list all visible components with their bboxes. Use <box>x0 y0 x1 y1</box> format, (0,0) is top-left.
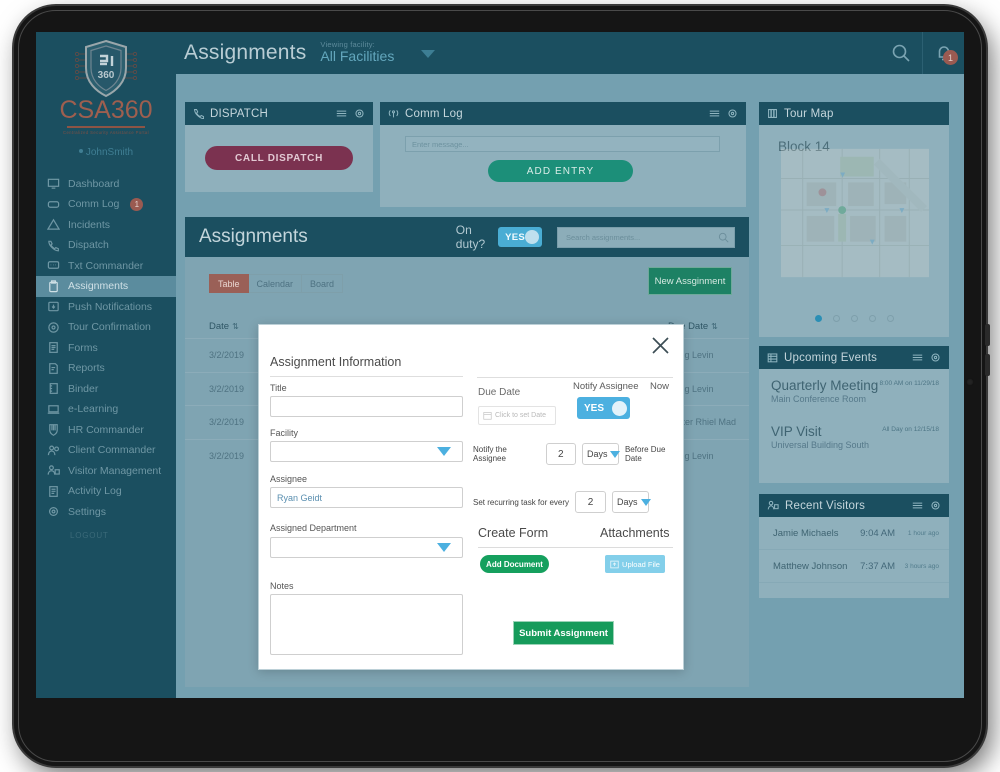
recurring-amount[interactable]: 2 <box>575 491 606 513</box>
notify-before-unit-label: Days <box>587 449 608 459</box>
facility-field-label: Facility <box>270 428 298 438</box>
notify-before-prefix: Notify the Assignee <box>473 445 540 463</box>
attachments-label: Attachments <box>600 526 669 540</box>
notify-toggle-knob <box>612 401 627 416</box>
recurring-unit-label: Days <box>617 497 638 507</box>
recurring-unit-select[interactable]: Days <box>612 491 649 513</box>
facility-select[interactable] <box>270 441 463 462</box>
chevron-down-icon <box>437 447 451 456</box>
device-camera <box>966 378 974 386</box>
modal-section-title: Assignment Information <box>270 355 463 377</box>
chevron-down-icon <box>641 499 651 506</box>
recurring-prefix: Set recurring task for every <box>473 498 569 507</box>
tablet-device-frame: 360 CSA360 Centralized Security Assistan… <box>14 6 986 766</box>
notify-assignee-label: Notify Assignee <box>573 381 638 392</box>
notify-before-suffix: Before Due Date <box>625 445 683 463</box>
title-input[interactable] <box>270 396 463 417</box>
notify-before-row: Notify the Assignee 2 Days Before Due Da… <box>473 443 683 465</box>
modal-overlay: Assignment Information Title Facility As… <box>36 32 964 698</box>
chevron-down-icon <box>437 543 451 552</box>
calendar-icon <box>483 411 492 420</box>
notify-now-label: Now <box>650 381 669 392</box>
title-field-label: Title <box>270 383 287 393</box>
create-form-label: Create Form <box>478 526 548 540</box>
form-section-divider <box>478 547 673 548</box>
assignee-input[interactable] <box>270 487 463 508</box>
due-date-placeholder: Click to set Date <box>495 412 546 419</box>
chevron-down-icon <box>610 451 620 458</box>
upload-file-button[interactable]: Upload File <box>605 555 665 573</box>
notes-textarea[interactable] <box>270 594 463 655</box>
notify-toggle-label: YES <box>584 403 604 414</box>
device-volume-up-button <box>985 324 990 346</box>
submit-assignment-button[interactable]: Submit Assignment <box>513 621 614 645</box>
recurring-task-row: Set recurring task for every 2 Days <box>473 491 649 513</box>
upload-icon <box>610 560 619 569</box>
upload-file-label: Upload File <box>622 560 660 569</box>
notify-before-amount[interactable]: 2 <box>546 443 576 465</box>
add-document-button[interactable]: Add Document <box>480 555 549 573</box>
new-assignment-modal: Assignment Information Title Facility As… <box>258 324 684 670</box>
assignee-field-label: Assignee <box>270 474 307 484</box>
department-select[interactable] <box>270 537 463 558</box>
close-icon[interactable] <box>647 332 673 358</box>
department-field-label: Assigned Department <box>270 523 357 533</box>
due-date-picker-button[interactable]: Click to set Date <box>478 406 556 425</box>
notify-before-unit-select[interactable]: Days <box>582 443 619 465</box>
device-volume-down-button <box>985 354 990 376</box>
due-date-label: Due Date <box>478 387 520 398</box>
notes-field-label: Notes <box>270 581 294 591</box>
modal-right-divider <box>477 377 673 378</box>
app-screen: 360 CSA360 Centralized Security Assistan… <box>36 32 964 698</box>
notify-assignee-toggle[interactable]: YES <box>577 397 630 419</box>
